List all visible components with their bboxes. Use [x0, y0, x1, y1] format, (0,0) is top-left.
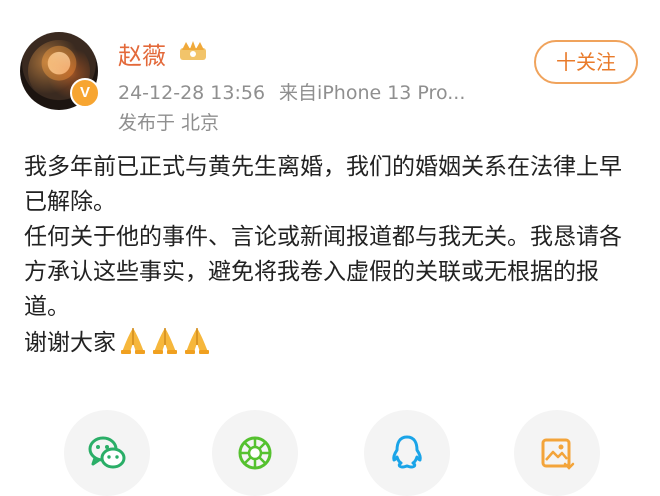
save-image-icon	[541, 438, 575, 470]
post-closing-line: 谢谢大家	[24, 325, 640, 361]
qq-icon	[392, 435, 422, 469]
crown-badge-icon	[180, 41, 206, 60]
moments-icon	[238, 436, 272, 470]
save-image-button[interactable]	[514, 410, 600, 496]
share-qq-button[interactable]	[364, 410, 450, 496]
follow-button[interactable]: 十关注	[534, 40, 638, 84]
verified-badge-icon: V	[70, 78, 100, 108]
post-closing: 谢谢大家	[24, 330, 116, 356]
folded-hands-emoji-icon	[121, 328, 145, 354]
post-meta: 24-12-28 13:56 来自iPhone 13 Pro...	[118, 78, 465, 105]
post-paragraph: 任何关于他的事件、言论或新闻报道都与我无关。我恳请各方承认这些事实，避免将我卷入…	[24, 224, 622, 320]
folded-hands-emoji-icon	[185, 328, 209, 354]
post-body: 我多年前已正式与黄先生离婚，我们的婚姻关系在法律上早已解除。 任何关于他的事件、…	[24, 150, 640, 361]
share-wechat-button[interactable]	[64, 410, 150, 496]
post-paragraph: 我多年前已正式与黄先生离婚，我们的婚姻关系在法律上早已解除。	[24, 154, 622, 215]
username[interactable]: 赵薇	[118, 36, 166, 71]
post-location: 发布于 北京	[118, 112, 220, 134]
wechat-icon	[88, 436, 126, 469]
share-moments-button[interactable]	[212, 410, 298, 496]
post-source: 来自iPhone 13 Pro...	[279, 82, 466, 104]
folded-hands-emoji-icon	[153, 328, 177, 354]
post-timestamp: 24-12-28 13:56	[118, 82, 266, 104]
share-bar	[0, 410, 660, 496]
